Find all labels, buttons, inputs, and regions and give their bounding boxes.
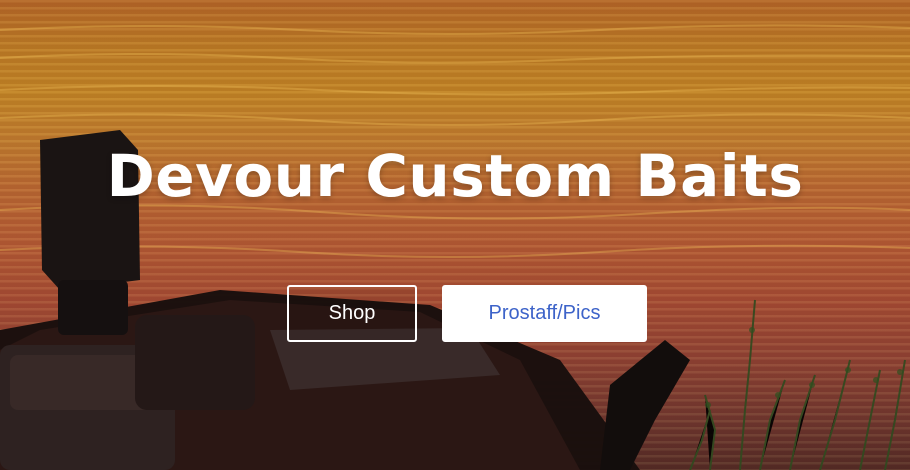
hero-title: Devour Custom Baits <box>106 142 804 210</box>
prostaff-pics-button-label: Prostaff/Pics <box>488 302 601 324</box>
prostaff-pics-button[interactable]: Prostaff/Pics <box>442 285 647 342</box>
shop-button[interactable]: Shop <box>287 285 417 342</box>
shop-button-label: Shop <box>328 302 376 324</box>
hero-content: Devour Custom Baits Shop Prostaff/Pics <box>0 0 910 470</box>
hero-banner: Devour Custom Baits Shop Prostaff/Pics <box>0 0 910 470</box>
